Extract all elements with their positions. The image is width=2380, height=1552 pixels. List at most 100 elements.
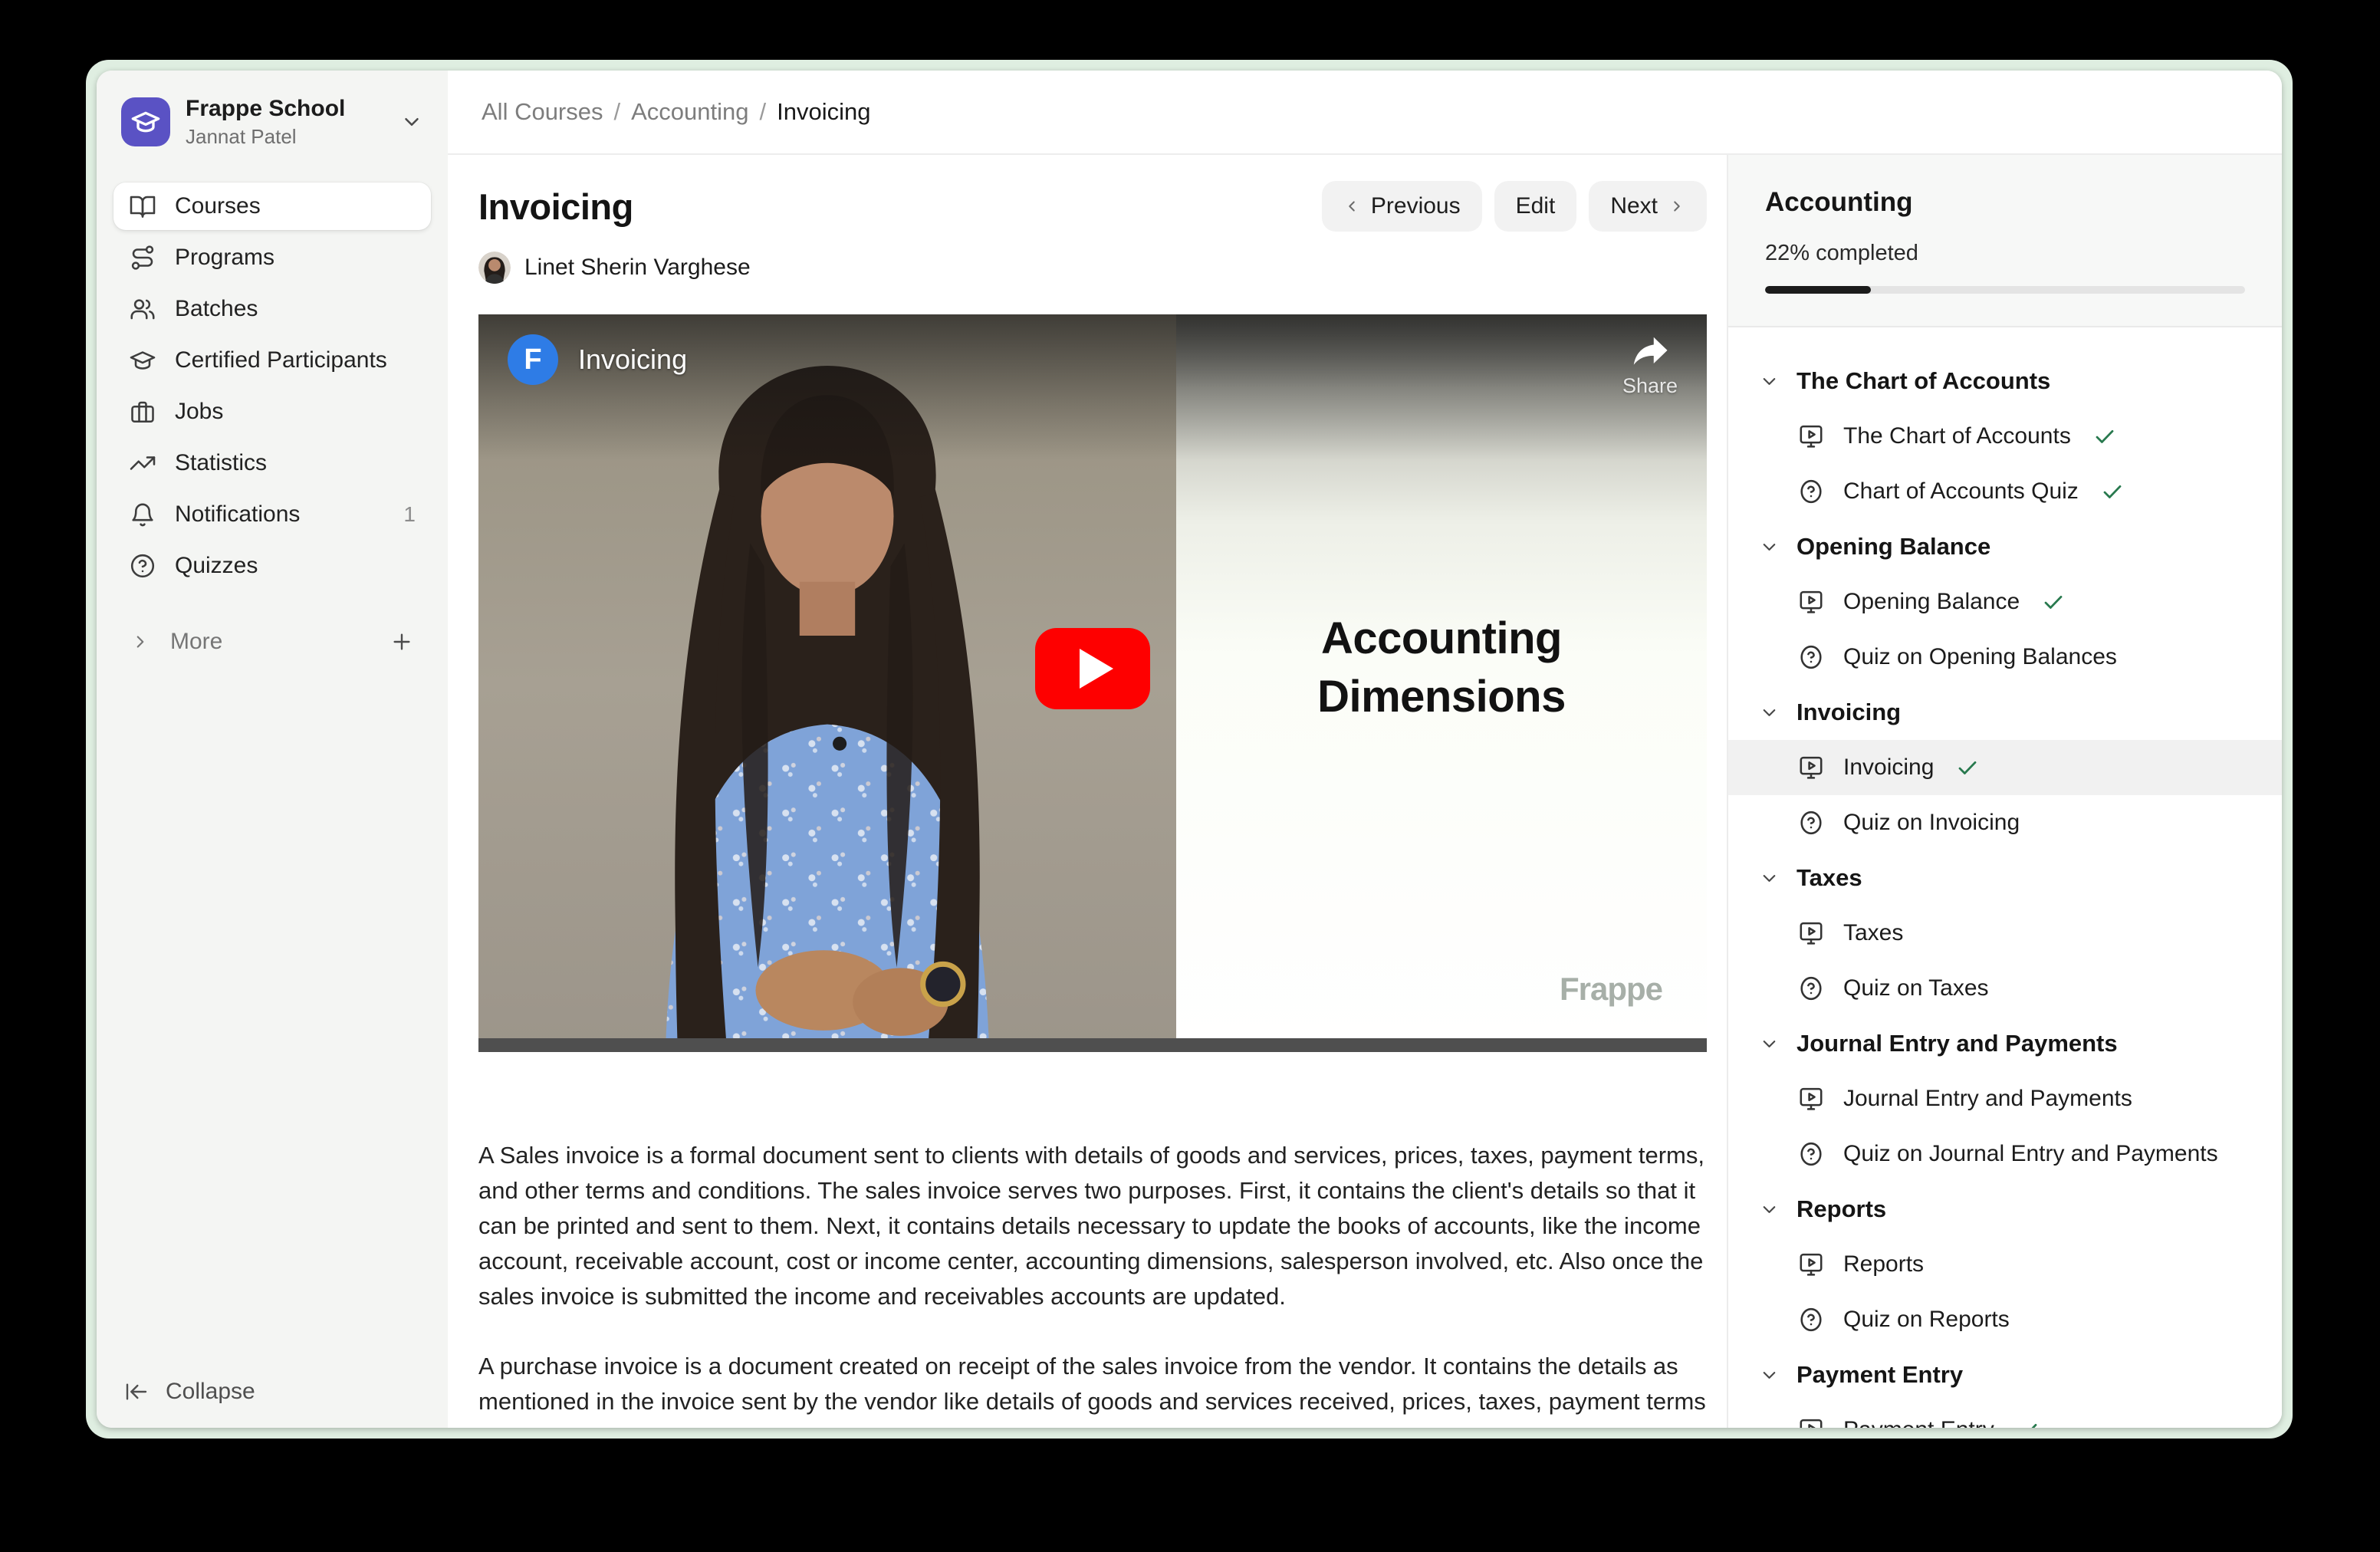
sidebar-menu: Courses Programs BatchesCertified Particip… <box>113 182 431 590</box>
outline-section-reports[interactable]: Reports <box>1728 1182 2282 1237</box>
outline-item-label: Reports <box>1843 1251 1924 1277</box>
sidebar-item-courses[interactable]: Courses <box>113 182 431 230</box>
lesson-body: A Sales invoice is a formal document sen… <box>478 1138 1707 1428</box>
play-icon <box>1080 649 1113 689</box>
topbar: All Courses / Accounting / Invoicing <box>448 71 2282 155</box>
edit-button[interactable]: Edit <box>1494 181 1577 232</box>
course-title: Accounting <box>1765 187 2245 218</box>
sidebar-item-jobs[interactable]: Jobs <box>113 388 431 436</box>
outline-section-payment-entry[interactable]: Payment Entry <box>1728 1347 2282 1402</box>
bell-icon <box>129 501 156 528</box>
monitor-play-icon <box>1797 423 1825 450</box>
frappe-school-logo-icon <box>121 97 170 146</box>
completed-check-icon <box>2092 424 2117 449</box>
outline-item-invoicing[interactable]: Invoicing <box>1728 740 2282 795</box>
sidebar-collapse-button[interactable]: Collapse <box>113 1379 431 1405</box>
chevron-down-icon <box>1759 1034 1780 1054</box>
course-outline-panel: Accounting 22% completed The Chart of Ac… <box>1727 155 2282 1428</box>
progress-fill <box>1765 286 1871 294</box>
page-title: Invoicing <box>478 186 633 228</box>
next-button[interactable]: Next <box>1589 181 1707 232</box>
sidebar-item-notifications[interactable]: Notifications1 <box>113 491 431 538</box>
programs-icon <box>129 244 156 271</box>
breadcrumb-course[interactable]: Accounting <box>631 98 748 126</box>
outline-item-quiz-on-invoicing[interactable]: Quiz on Invoicing <box>1728 795 2282 850</box>
sidebar-item-quizzes[interactable]: Quizzes <box>113 542 431 590</box>
quiz-circle-icon <box>1797 975 1825 1002</box>
chevron-down-icon <box>1759 702 1780 723</box>
workspace-info: Frappe School Jannat Patel <box>186 95 345 149</box>
completed-check-icon <box>2016 1418 2040 1428</box>
share-label: Share <box>1622 374 1678 398</box>
outline-item-quiz-on-opening-balances[interactable]: Quiz on Opening Balances <box>1728 630 2282 685</box>
quiz-circle-icon <box>1797 1140 1825 1168</box>
quiz-circle-icon <box>1797 478 1825 505</box>
outline-section-title: Taxes <box>1797 864 1862 892</box>
previous-button[interactable]: Previous <box>1322 181 1482 232</box>
author-name: Linet Sherin Varghese <box>524 255 751 281</box>
chevron-left-icon <box>1343 198 1360 215</box>
outline-section-the-chart-of-accounts[interactable]: The Chart of Accounts <box>1728 353 2282 409</box>
outline-item-the-chart-of-accounts[interactable]: The Chart of Accounts <box>1728 409 2282 464</box>
progress-label: 22% completed <box>1765 241 2245 266</box>
outline-item-label: Quiz on Invoicing <box>1843 810 2020 836</box>
sidebar-item-label: Statistics <box>175 450 267 476</box>
channel-avatar[interactable]: F <box>508 334 558 385</box>
outline-item-label: Quiz on Journal Entry and Payments <box>1843 1141 2218 1167</box>
outline-section-invoicing[interactable]: Invoicing <box>1728 685 2282 740</box>
app-window: Frappe School Jannat Patel Courses Progra… <box>97 71 2282 1428</box>
video-player[interactable]: Accounting Dimensions Frappe F Invoicing <box>478 314 1707 1052</box>
outline-item-chart-of-accounts-quiz[interactable]: Chart of Accounts Quiz <box>1728 464 2282 519</box>
workspace-switcher[interactable]: Frappe School Jannat Patel <box>113 90 431 153</box>
monitor-play-icon <box>1797 1416 1825 1428</box>
chevron-down-icon <box>400 110 423 133</box>
video-title[interactable]: Invoicing <box>578 344 687 376</box>
outline-section-title: Opening Balance <box>1797 533 1990 561</box>
lesson-actions: Previous Edit Next <box>1322 181 1707 232</box>
quiz-circle-icon <box>1797 1306 1825 1333</box>
briefcase-icon <box>129 398 156 426</box>
outline-item-payment-entry[interactable]: Payment Entry <box>1728 1402 2282 1428</box>
outline-item-quiz-on-journal-entry-and-payments[interactable]: Quiz on Journal Entry and Payments <box>1728 1126 2282 1182</box>
outline-item-reports[interactable]: Reports <box>1728 1237 2282 1292</box>
play-button[interactable] <box>1035 628 1150 709</box>
sidebar-item-batches[interactable]: Batches <box>113 285 431 333</box>
breadcrumb: All Courses / Accounting / Invoicing <box>482 98 871 126</box>
chevron-right-icon <box>1668 198 1685 215</box>
video-progress-bar[interactable] <box>478 1038 1707 1052</box>
outline-item-label: The Chart of Accounts <box>1843 423 2071 449</box>
outline-item-label: Quiz on Reports <box>1843 1307 2010 1333</box>
outline-item-taxes[interactable]: Taxes <box>1728 906 2282 961</box>
outline-section-title: Invoicing <box>1797 699 1901 726</box>
outline-item-journal-entry-and-payments[interactable]: Journal Entry and Payments <box>1728 1071 2282 1126</box>
chevron-down-icon <box>1759 1199 1780 1220</box>
next-button-label: Next <box>1610 193 1658 219</box>
sidebar-item-programs[interactable]: Programs <box>113 234 431 281</box>
sidebar-item-statistics[interactable]: Statistics <box>113 439 431 487</box>
outline-item-quiz-on-reports[interactable]: Quiz on Reports <box>1728 1292 2282 1347</box>
outline-section-taxes[interactable]: Taxes <box>1728 850 2282 906</box>
outline-item-quiz-on-taxes[interactable]: Quiz on Taxes <box>1728 961 2282 1016</box>
outline-item-label: Payment Entry <box>1843 1417 1994 1428</box>
completed-check-icon <box>2100 479 2125 504</box>
share-button[interactable]: Share <box>1622 334 1678 398</box>
breadcrumb-separator: / <box>760 98 767 126</box>
outline-section-opening-balance[interactable]: Opening Balance <box>1728 519 2282 574</box>
sidebar-item-more[interactable]: More <box>113 620 431 663</box>
sidebar-item-label: Quizzes <box>175 553 258 579</box>
sidebar-item-label: Programs <box>175 245 274 271</box>
completed-check-icon <box>1955 755 1980 780</box>
desktop-background: { "sidebar": { "brand": { "title": "Frap… <box>0 0 2380 1552</box>
collapse-label: Collapse <box>166 1379 255 1405</box>
collapse-icon <box>124 1379 149 1404</box>
plus-icon[interactable] <box>390 630 414 654</box>
body-row: Invoicing Previous Edit <box>448 155 2282 1428</box>
outline-section-journal-entry-and-payments[interactable]: Journal Entry and Payments <box>1728 1016 2282 1071</box>
users-icon <box>129 295 156 323</box>
outline-item-opening-balance[interactable]: Opening Balance <box>1728 574 2282 630</box>
workspace-title: Frappe School <box>186 95 345 123</box>
breadcrumb-all-courses[interactable]: All Courses <box>482 98 603 126</box>
sidebar-item-certified-participants[interactable]: Certified Participants <box>113 337 431 384</box>
edit-button-label: Edit <box>1516 193 1556 219</box>
graduation-cap-icon <box>129 347 156 374</box>
